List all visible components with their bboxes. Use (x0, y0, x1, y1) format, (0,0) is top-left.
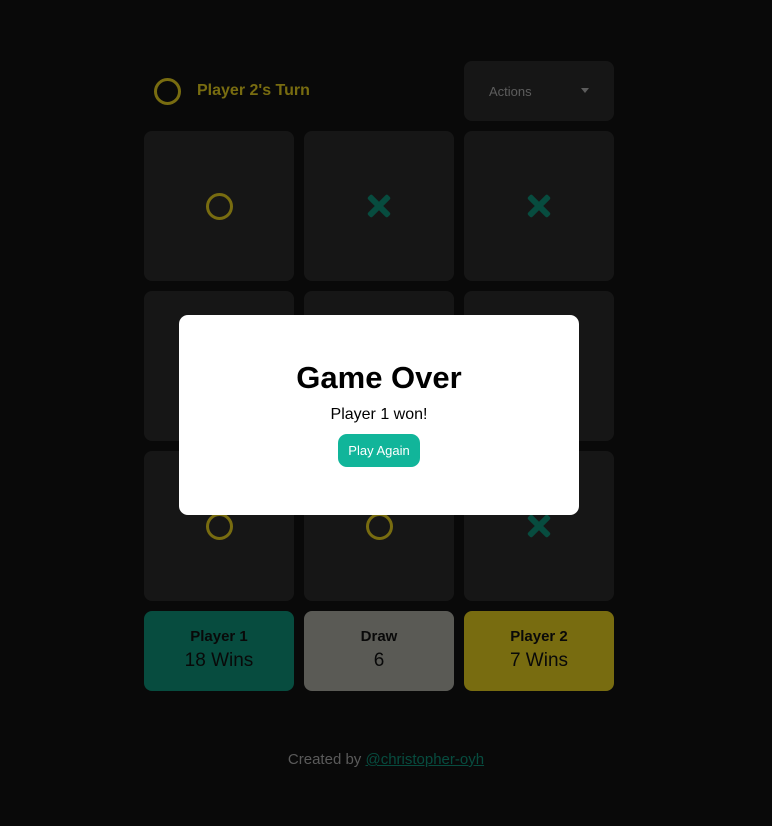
modal-message: Player 1 won! (330, 406, 428, 423)
game-app: Player 2's Turn Actions Player 1 18 Wins… (0, 0, 772, 826)
modal-title: Game Over (296, 360, 462, 395)
play-again-button[interactable]: Play Again (338, 434, 420, 467)
game-over-modal: Game Over Player 1 won! Play Again (179, 315, 579, 515)
